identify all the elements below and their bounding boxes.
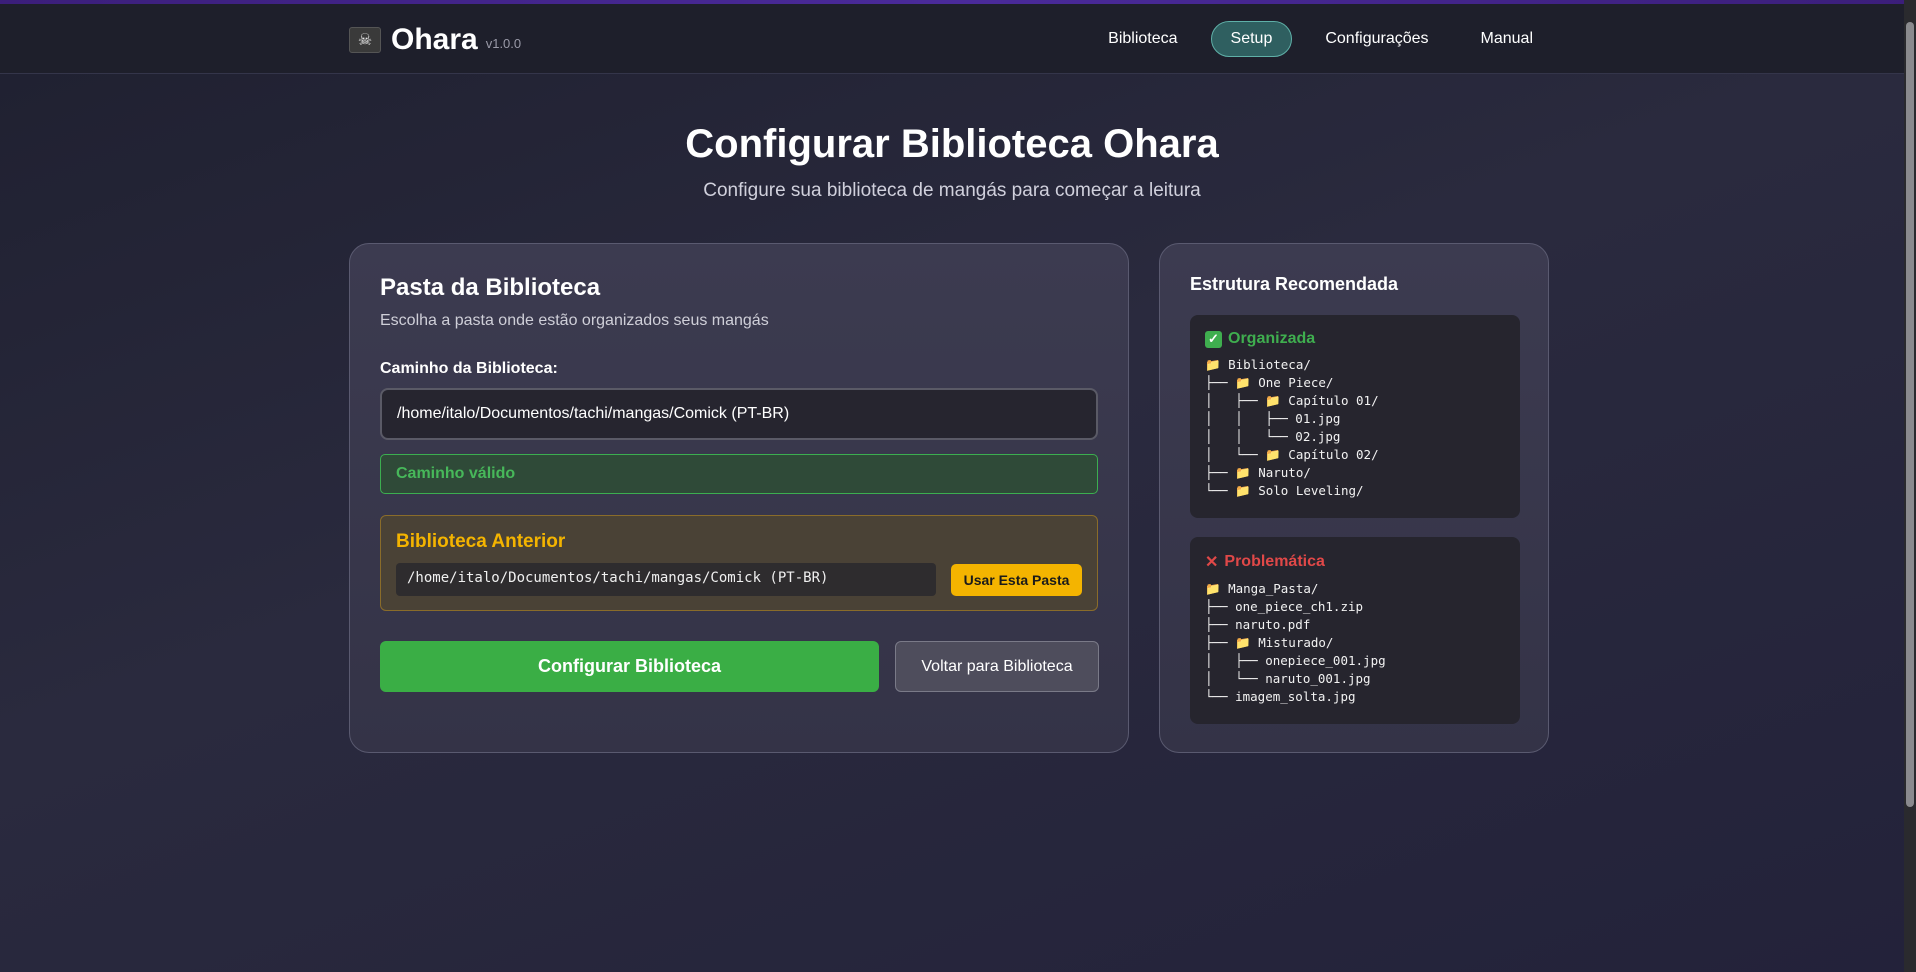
page-title: Configurar Biblioteca Ohara <box>685 122 1219 166</box>
problematic-heading-label: Problemática <box>1224 553 1325 570</box>
good-tree-line: ├── 📁 Naruto/ <box>1205 465 1311 480</box>
path-status-message: Caminho válido <box>380 454 1098 494</box>
configure-library-button[interactable]: Configurar Biblioteca <box>380 641 879 692</box>
nav-item-setup[interactable]: Setup <box>1210 21 1293 57</box>
check-icon: ✓ <box>1205 330 1222 348</box>
nav-item-biblioteca[interactable]: Biblioteca <box>1089 21 1196 57</box>
good-tree-line: 📁 Biblioteca/ <box>1205 357 1311 372</box>
good-tree-line: │ └── 📁 Capítulo 02/ <box>1205 447 1379 462</box>
previous-library-box: Biblioteca Anterior /home/italo/Document… <box>380 515 1098 611</box>
organized-heading: ✓ Organizada <box>1205 330 1505 348</box>
back-to-library-button[interactable]: Voltar para Biblioteca <box>895 641 1099 692</box>
brand[interactable]: ☠ Ohara v1.0.0 <box>349 22 521 58</box>
good-tree-line: │ ├── 📁 Capítulo 01/ <box>1205 393 1379 408</box>
nav-item-configuracoes[interactable]: Configurações <box>1306 21 1447 57</box>
organized-structure-box: ✓ Organizada 📁 Biblioteca/ ├── 📁 One Piec… <box>1190 315 1520 518</box>
library-card-title: Pasta da Biblioteca <box>380 274 601 301</box>
use-this-folder-button[interactable]: Usar Esta Pasta <box>951 564 1082 596</box>
previous-library-title: Biblioteca Anterior <box>396 531 566 552</box>
bad-tree-line: └── imagem_solta.jpg <box>1205 689 1356 704</box>
bad-tree-line: ├── naruto.pdf <box>1205 617 1311 632</box>
good-tree-line: │ │ ├── 01.jpg <box>1205 411 1341 426</box>
library-folder-card: Pasta da Biblioteca Escolha a pasta onde… <box>349 243 1129 753</box>
good-tree-line: ├── 📁 One Piece/ <box>1205 375 1334 390</box>
scrollbar[interactable] <box>1904 0 1916 972</box>
bad-tree-line: │ ├── onepiece_001.jpg <box>1205 653 1386 668</box>
previous-library-path: /home/italo/Documentos/tachi/mangas/Comi… <box>396 563 936 596</box>
library-path-input[interactable] <box>380 388 1098 440</box>
bad-tree-line: ├── 📁 Misturado/ <box>1205 635 1334 650</box>
organized-heading-label: Organizada <box>1228 330 1316 347</box>
nav-item-manual[interactable]: Manual <box>1462 21 1552 57</box>
cross-icon: ✕ <box>1205 554 1219 571</box>
organized-tree: 📁 Biblioteca/ ├── 📁 One Piece/ │ ├── 📁 Cap… <box>1205 356 1505 500</box>
bad-tree-line: ├── one_piece_ch1.zip <box>1205 599 1364 614</box>
page-subtitle: Configure sua biblioteca de mangás para … <box>703 180 1201 201</box>
bad-tree-line: 📁 Manga_Pasta/ <box>1205 581 1319 596</box>
bad-tree-line: │ └── naruto_001.jpg <box>1205 671 1371 686</box>
navbar: ☠ Ohara v1.0.0 Biblioteca Setup Configur… <box>0 4 1904 74</box>
problematic-structure-box: ✕ Problemática 📁 Manga_Pasta/ ├── one_pie… <box>1190 537 1520 724</box>
pirate-flag-icon: ☠ <box>349 27 381 53</box>
library-path-label: Caminho da Biblioteca: <box>380 360 558 377</box>
problematic-heading: ✕ Problemática <box>1205 552 1505 572</box>
scrollbar-thumb[interactable] <box>1906 22 1914 807</box>
problematic-tree: 📁 Manga_Pasta/ ├── one_piece_ch1.zip ├── n… <box>1205 580 1505 706</box>
library-card-description: Escolha a pasta onde estão organizados s… <box>380 312 769 329</box>
app-version: v1.0.0 <box>485 35 522 51</box>
recommended-structure-card: Estrutura Recomendada ✓ Organizada 📁 Bib… <box>1159 243 1549 753</box>
good-tree-line: │ │ └── 02.jpg <box>1205 429 1341 444</box>
nav-links: Biblioteca Setup Configurações Manual <box>1089 21 1552 57</box>
structure-card-title: Estrutura Recomendada <box>1190 274 1399 294</box>
app-name: Ohara <box>391 23 478 56</box>
good-tree-line: └── 📁 Solo Leveling/ <box>1205 483 1364 498</box>
